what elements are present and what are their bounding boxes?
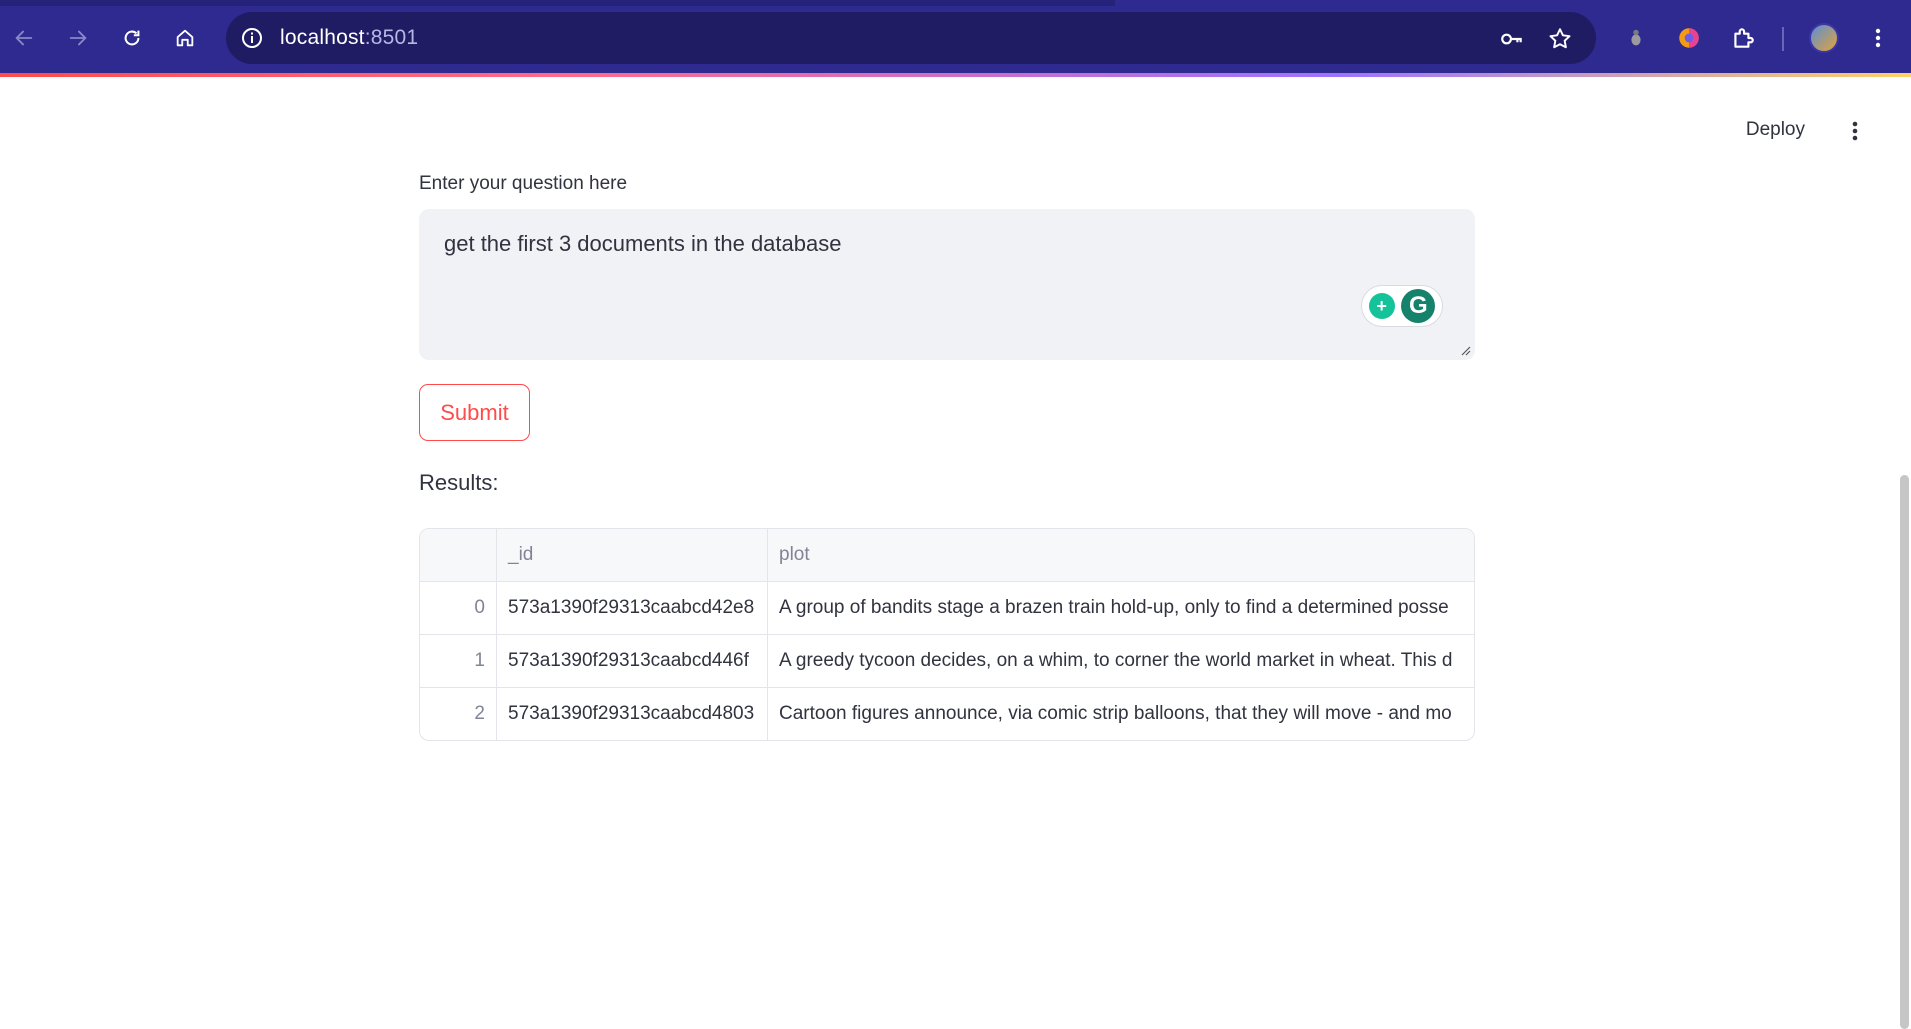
active-tab-edge (1115, 0, 1911, 6)
question-label: Enter your question here (419, 173, 628, 194)
grammarly-icon[interactable]: G (1401, 289, 1436, 323)
site-info-icon[interactable] (238, 24, 266, 52)
header-index[interactable] (420, 529, 497, 581)
deploy-button[interactable]: Deploy (1738, 113, 1813, 149)
cell-id[interactable]: 573a1390f29313caabcd42e8 (497, 582, 768, 634)
resize-handle-icon[interactable] (1459, 344, 1471, 356)
reload-icon (124, 30, 140, 46)
home-icon (176, 29, 194, 47)
cell-id[interactable]: 573a1390f29313caabcd446f (497, 635, 768, 687)
cell-id[interactable]: 573a1390f29313caabcd4803 (497, 688, 768, 740)
main-menu-button[interactable] (1839, 115, 1871, 147)
address-bar[interactable]: localhost:8501 (226, 12, 1596, 64)
extension-icon-gray[interactable] (1618, 20, 1654, 56)
table-row[interactable]: 2 573a1390f29313caabcd4803 Cartoon figur… (420, 688, 1474, 740)
toolbar-separator (1782, 27, 1784, 51)
arrow-left-icon (15, 30, 33, 46)
table-row[interactable]: 0 573a1390f29313caabcd42e8 A group of ba… (420, 582, 1474, 635)
submit-button[interactable]: Submit (419, 384, 530, 441)
header-plot[interactable]: plot (768, 529, 1474, 581)
url-port: :8501 (364, 26, 419, 49)
row-index: 2 (420, 688, 497, 740)
grammarly-widget[interactable]: + G (1361, 285, 1443, 327)
url-host: localhost (280, 26, 365, 49)
more-vertical-icon (1852, 121, 1858, 141)
lightbulb-icon[interactable]: + (1368, 293, 1395, 319)
table-row[interactable]: 1 573a1390f29313caabcd446f A greedy tyco… (420, 635, 1474, 688)
question-text: get the first 3 documents in the databas… (444, 231, 842, 256)
password-key-icon[interactable] (1498, 25, 1526, 53)
arrow-right-icon (69, 30, 87, 46)
back-button[interactable] (5, 19, 43, 57)
puzzle-extensions-icon[interactable] (1725, 20, 1761, 56)
extension-icon-color[interactable] (1671, 20, 1707, 56)
results-heading: Results: (419, 470, 499, 495)
bookmark-star-icon[interactable] (1546, 25, 1574, 53)
home-button[interactable] (166, 19, 204, 57)
row-index: 1 (420, 635, 497, 687)
results-table[interactable]: _id plot 0 573a1390f29313caabcd42e8 A gr… (419, 528, 1475, 741)
url-text[interactable]: localhost:8501 (280, 26, 418, 50)
forward-button[interactable] (59, 19, 97, 57)
cell-plot[interactable]: A greedy tycoon decides, on a whim, to c… (768, 635, 1474, 687)
cell-plot[interactable]: Cartoon figures announce, via comic stri… (768, 688, 1474, 740)
page-scrollbar[interactable] (1900, 475, 1909, 1029)
question-textarea[interactable]: get the first 3 documents in the databas… (419, 209, 1475, 360)
table-header-row: _id plot (420, 529, 1474, 582)
header-id[interactable]: _id (497, 529, 768, 581)
row-index: 0 (420, 582, 497, 634)
tab-strip (0, 0, 1911, 6)
profile-avatar[interactable] (1809, 23, 1839, 53)
app-page: Deploy Enter your question here get the … (0, 77, 1911, 1029)
reload-button[interactable] (113, 19, 151, 57)
chrome-menu-icon[interactable] (1860, 20, 1896, 56)
cell-plot[interactable]: A group of bandits stage a brazen train … (768, 582, 1474, 634)
browser-toolbar: localhost:8501 (0, 0, 1911, 77)
